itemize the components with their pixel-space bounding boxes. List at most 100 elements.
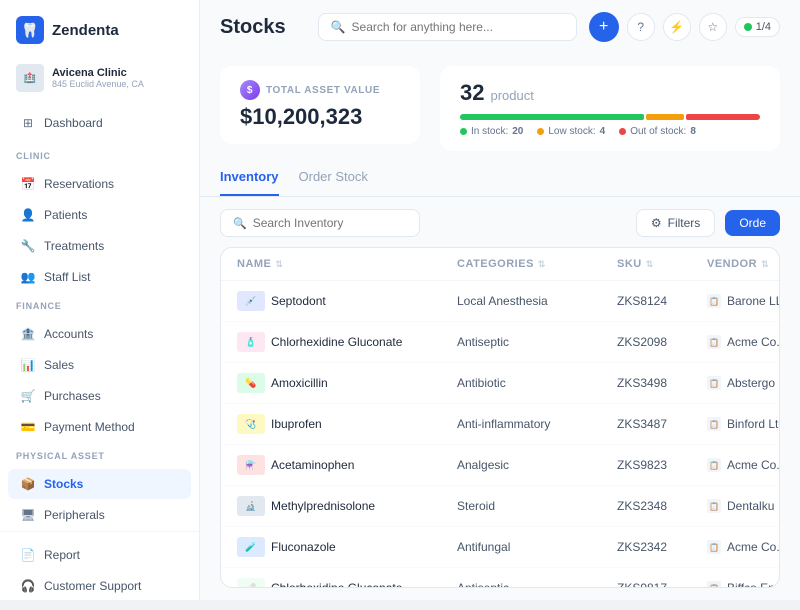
inventory-search-input[interactable] — [253, 216, 407, 230]
accounts-icon: 🏦 — [20, 326, 36, 342]
cell-vendor: 📋 Acme Co. — [707, 335, 780, 349]
top-bar: Stocks 🔍 + ? ⚡ ☆ 1/4 — [200, 0, 800, 54]
legend-low-stock: Low stock: 4 — [537, 126, 605, 137]
flag-dot — [744, 23, 752, 31]
product-name: Septodont — [271, 294, 326, 308]
tab-order-stock[interactable]: Order Stock — [299, 159, 368, 196]
product-name: Ibuprofen — [271, 417, 322, 431]
cell-name: 🧪 Fluconazole — [237, 537, 457, 557]
vendor-icon: 📋 — [707, 499, 721, 513]
sort-vendor-icon[interactable]: ⇅ — [761, 259, 769, 270]
low-stock-dot — [537, 128, 544, 135]
tab-inventory[interactable]: Inventory — [220, 159, 279, 196]
sidebar-item-sales[interactable]: 📊 Sales — [8, 350, 191, 380]
sidebar-item-support[interactable]: 🎧 Customer Support — [8, 571, 191, 601]
stats-row: $ TOTAL ASSET VALUE $10,200,323 32 produ… — [200, 54, 800, 159]
activity-button[interactable]: ⚡ — [663, 13, 691, 41]
asset-icon: $ — [240, 80, 260, 100]
table-controls: 🔍 ⚙ Filters Orde — [220, 209, 780, 237]
sort-cat-icon[interactable]: ⇅ — [538, 259, 546, 270]
table-row[interactable]: 🩹 Chlorhexidine Gluconate Antiseptic ZKS… — [221, 568, 779, 588]
add-button[interactable]: + — [589, 12, 619, 42]
table-row[interactable]: 🔬 Methylprednisolone Steroid ZKS2348 📋 D… — [221, 486, 779, 527]
flag-label: 1/4 — [756, 21, 771, 33]
sort-name-icon[interactable]: ⇅ — [275, 259, 283, 270]
col-categories: CATEGORIES ⇅ — [457, 258, 617, 270]
table-row[interactable]: ⚗️ Acetaminophen Analgesic ZKS9823 📋 Acm… — [221, 445, 779, 486]
cell-name: 💉 Septodont — [237, 291, 457, 311]
clinic-avatar: 🏥 — [16, 64, 44, 92]
sidebar-item-purchases[interactable]: 🛒 Purchases — [8, 381, 191, 411]
product-stats-card: 32 product In stock: 20 Low stock: 4 — [440, 66, 780, 151]
table-row[interactable]: 💉 Septodont Local Anesthesia ZKS8124 📋 B… — [221, 281, 779, 322]
global-search-input[interactable] — [352, 20, 564, 34]
report-icon: 📄 — [20, 547, 36, 563]
sort-sku-icon[interactable]: ⇅ — [646, 259, 654, 270]
filter-button[interactable]: ⚙ Filters — [636, 209, 715, 237]
col-name: NAME ⇅ — [237, 258, 457, 270]
order-button[interactable]: Orde — [725, 210, 780, 236]
search-icon: 🔍 — [331, 20, 346, 34]
cell-name: 💊 Amoxicillin — [237, 373, 457, 393]
dashboard-icon: ⊞ — [20, 115, 36, 131]
product-count: 32 — [460, 80, 484, 106]
star-button[interactable]: ☆ — [699, 13, 727, 41]
table-row[interactable]: 🩺 Ibuprofen Anti-inflammatory ZKS3487 📋 … — [221, 404, 779, 445]
stocks-icon: 📦 — [20, 476, 36, 492]
vendor-icon: 📋 — [707, 417, 721, 431]
out-stock-dot — [619, 128, 626, 135]
product-name: Chlorhexidine Gluconate — [271, 581, 402, 588]
product-thumb: 💊 — [237, 373, 265, 393]
sidebar-item-patients[interactable]: 👤 Patients — [8, 200, 191, 230]
table-row[interactable]: 🧴 Chlorhexidine Gluconate Antiseptic ZKS… — [221, 322, 779, 363]
cell-category: Steroid — [457, 499, 617, 513]
logo-area: 🦷 Zendenta — [0, 0, 199, 56]
sidebar-item-dashboard[interactable]: ⊞ Dashboard — [8, 108, 191, 138]
cell-sku: ZKS9817 — [617, 581, 707, 588]
cell-sku: ZKS2098 — [617, 335, 707, 349]
sidebar-item-report[interactable]: 📄 Report — [8, 540, 191, 570]
peripherals-icon: 🖥 — [20, 507, 36, 523]
sidebar: 🦷 Zendenta 🏥 Avicena Clinic 845 Euclid A… — [0, 0, 200, 600]
sidebar-item-accounts[interactable]: 🏦 Accounts — [8, 319, 191, 349]
product-name: Acetaminophen — [271, 458, 354, 472]
sidebar-item-reservations[interactable]: 📅 Reservations — [8, 169, 191, 199]
cell-vendor: 📋 Binford Ltd. — [707, 417, 780, 431]
staff-icon: 👥 — [20, 269, 36, 285]
cell-category: Anti-inflammatory — [457, 417, 617, 431]
physical-section-label: PHYSICAL ASSET — [16, 451, 183, 461]
product-label: product — [490, 88, 533, 103]
clinic-info[interactable]: 🏥 Avicena Clinic 845 Euclid Avenue, CA — [0, 56, 199, 104]
sidebar-item-staff[interactable]: 👥 Staff List — [8, 262, 191, 292]
sidebar-item-peripherals[interactable]: 🖥 Peripherals — [8, 500, 191, 530]
in-stock-dot — [460, 128, 467, 135]
global-search-bar[interactable]: 🔍 — [318, 13, 577, 41]
vendor-icon: 📋 — [707, 540, 721, 554]
table-row[interactable]: 🧪 Fluconazole Antifungal ZKS2342 📋 Acme … — [221, 527, 779, 568]
sales-icon: 📊 — [20, 357, 36, 373]
sidebar-item-payment[interactable]: 💳 Payment Method — [8, 412, 191, 442]
vendor-icon: 📋 — [707, 376, 721, 390]
vendor-icon: 📋 — [707, 581, 721, 588]
asset-value: $10,200,323 — [240, 104, 400, 130]
low-stock-segment — [646, 114, 684, 120]
clinic-section-label: CLINIC — [16, 151, 183, 161]
logo-icon: 🦷 — [16, 16, 44, 44]
filter-label: Filters — [668, 216, 701, 230]
help-button[interactable]: ? — [627, 13, 655, 41]
table-body: 💉 Septodont Local Anesthesia ZKS8124 📋 B… — [221, 281, 779, 588]
col-sku: SKU ⇅ — [617, 258, 707, 270]
cell-category: Antibiotic — [457, 376, 617, 390]
inventory-search-bar[interactable]: 🔍 — [220, 209, 420, 237]
sidebar-item-treatments[interactable]: 🔧 Treatments — [8, 231, 191, 261]
clinic-name: Avicena Clinic — [52, 67, 144, 79]
flag-badge[interactable]: 1/4 — [735, 17, 780, 37]
cell-vendor: 📋 Barone LLC. — [707, 294, 780, 308]
cell-vendor: 📋 Biffco Enter... — [707, 581, 780, 588]
table-row[interactable]: 💊 Amoxicillin Antibiotic ZKS3498 📋 Abste… — [221, 363, 779, 404]
out-stock-segment — [686, 114, 760, 120]
cell-name: 🧴 Chlorhexidine Gluconate — [237, 332, 457, 352]
stock-progress-bar — [460, 114, 760, 120]
product-thumb: 🔬 — [237, 496, 265, 516]
sidebar-item-stocks[interactable]: 📦 Stocks — [8, 469, 191, 499]
